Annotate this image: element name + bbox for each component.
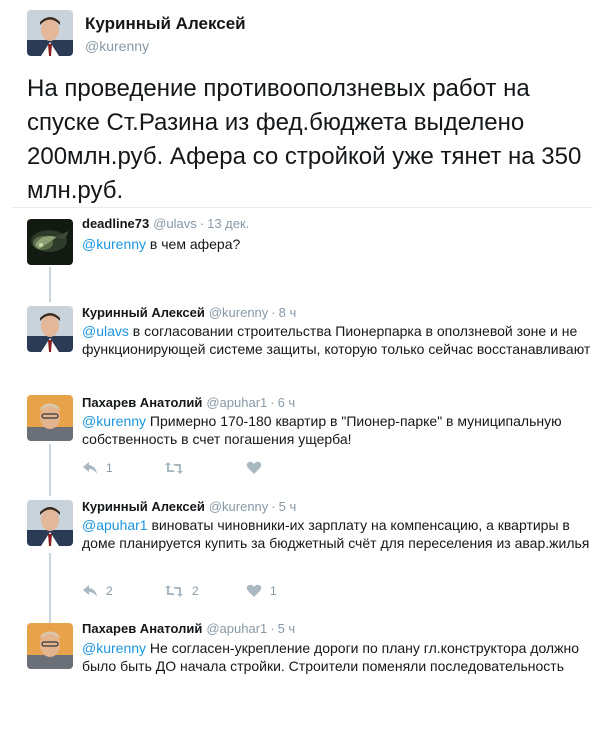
avatar[interactable]: [27, 500, 73, 546]
author-name[interactable]: Пахарев Анатолий: [82, 395, 202, 410]
timestamp[interactable]: 13 дек.: [207, 216, 249, 231]
thread-line: [49, 267, 51, 302]
reply-icon: [83, 585, 97, 597]
tweet-text: @kurenny в чем афера?: [82, 235, 592, 253]
mention-link[interactable]: @apuhar1: [82, 517, 148, 533]
avatar[interactable]: [27, 623, 73, 669]
author-handle[interactable]: @kurenny: [85, 38, 149, 54]
author-handle[interactable]: @ulavs: [153, 216, 197, 231]
thread-line: [49, 553, 51, 623]
avatar[interactable]: [27, 306, 73, 352]
like-button[interactable]: 1: [246, 581, 277, 601]
author-handle[interactable]: @apuhar1: [206, 621, 267, 636]
thread-line: [49, 444, 51, 496]
reply-body: в чем афера?: [146, 236, 241, 252]
separator-dot: ·: [270, 395, 275, 410]
avatar[interactable]: [27, 395, 73, 441]
tweet-text: @kurenny Примерно 170-180 квартир в "Пио…: [82, 412, 592, 448]
mention-link[interactable]: @kurenny: [82, 413, 146, 429]
retweet-icon: [165, 585, 183, 597]
author-name[interactable]: deadline73: [82, 216, 149, 231]
reply-header: Куринный Алексей @kurenny · 5 ч: [82, 499, 296, 514]
retweet-button[interactable]: 2: [164, 581, 199, 601]
author-handle[interactable]: @apuhar1: [206, 395, 267, 410]
reply-body: Примерно 170-180 квартир в "Пионер-парке…: [82, 413, 562, 447]
author-name[interactable]: Пахарев Анатолий: [82, 621, 202, 636]
author-handle[interactable]: @kurenny: [209, 499, 268, 514]
separator-dot: ·: [271, 305, 276, 320]
avatar[interactable]: [27, 219, 73, 265]
tweet-text: На проведение противооползневых работ на…: [27, 75, 582, 204]
timestamp[interactable]: 5 ч: [278, 621, 296, 636]
timestamp[interactable]: 6 ч: [278, 395, 296, 410]
heart-icon: [246, 461, 262, 474]
reply-body: виноваты чиновники-их зарплату на компен…: [82, 517, 590, 551]
reply-button[interactable]: 1: [82, 458, 113, 478]
heart-icon: [246, 584, 262, 597]
reply-icon: [83, 462, 97, 474]
timestamp[interactable]: 8 ч: [279, 305, 297, 320]
mention-link[interactable]: @kurenny: [82, 640, 146, 656]
reply-count: 2: [106, 584, 113, 598]
like-button[interactable]: [246, 458, 270, 478]
reply-button[interactable]: 2: [82, 581, 113, 601]
divider: [12, 207, 593, 208]
tweet-text: @apuhar1 виноваты чиновники-их зарплату …: [82, 516, 592, 552]
reply-count: 1: [106, 461, 113, 475]
reply-header: Куринный Алексей @kurenny · 8 ч: [82, 305, 296, 320]
author-handle[interactable]: @kurenny: [209, 305, 268, 320]
separator-dot: ·: [270, 621, 275, 636]
reply-body: в согласовании строительства Пионерпарка…: [82, 323, 591, 357]
tweet-text: @kurenny Не согласен-укрепление дороги п…: [82, 639, 592, 675]
tweet-text: @ulavs в согласовании строительства Пион…: [82, 322, 592, 358]
retweet-count: 2: [192, 584, 199, 598]
mention-link[interactable]: @ulavs: [82, 323, 129, 339]
author-name[interactable]: Куринный Алексей: [85, 14, 246, 34]
retweet-icon: [165, 462, 183, 474]
reply-header: Пахарев Анатолий @apuhar1 · 6 ч: [82, 395, 295, 410]
reply-header: Пахарев Анатолий @apuhar1 · 5 ч: [82, 621, 295, 636]
separator-dot: ·: [271, 499, 276, 514]
reply-body: Не согласен-укрепление дороги по плану г…: [82, 640, 579, 674]
timestamp[interactable]: 5 ч: [279, 499, 297, 514]
separator-dot: ·: [199, 216, 205, 231]
author-name[interactable]: Куринный Алексей: [82, 499, 205, 514]
reply-header: deadline73 @ulavs · 13 дек.: [82, 216, 249, 231]
mention-link[interactable]: @kurenny: [82, 236, 146, 252]
avatar[interactable]: [27, 10, 73, 56]
like-count: 1: [270, 584, 277, 598]
author-name[interactable]: Куринный Алексей: [82, 305, 205, 320]
retweet-button[interactable]: [164, 458, 192, 478]
